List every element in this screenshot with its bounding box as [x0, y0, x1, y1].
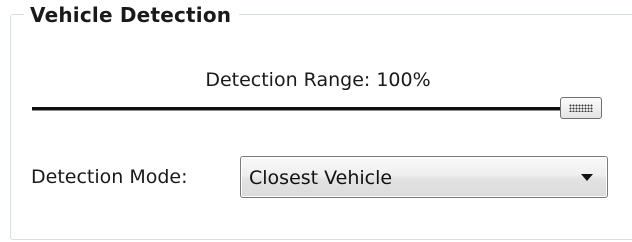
slider-track[interactable]	[32, 107, 592, 111]
group-title: Vehicle Detection	[24, 2, 240, 28]
chevron-down-icon	[581, 174, 593, 181]
detection-mode-dropdown[interactable]: Closest Vehicle	[240, 156, 608, 198]
detection-mode-label: Detection Mode:	[31, 166, 188, 188]
detection-range-slider[interactable]	[32, 96, 610, 122]
vehicle-detection-group	[10, 14, 632, 240]
detection-range-value: 100%	[376, 69, 431, 91]
slider-thumb[interactable]	[560, 97, 602, 119]
detection-mode-selected: Closest Vehicle	[249, 167, 393, 189]
detection-range-label: Detection Range: 100%	[0, 67, 632, 93]
detection-range-caption: Detection Range:	[205, 69, 371, 91]
grip-icon	[569, 104, 593, 112]
